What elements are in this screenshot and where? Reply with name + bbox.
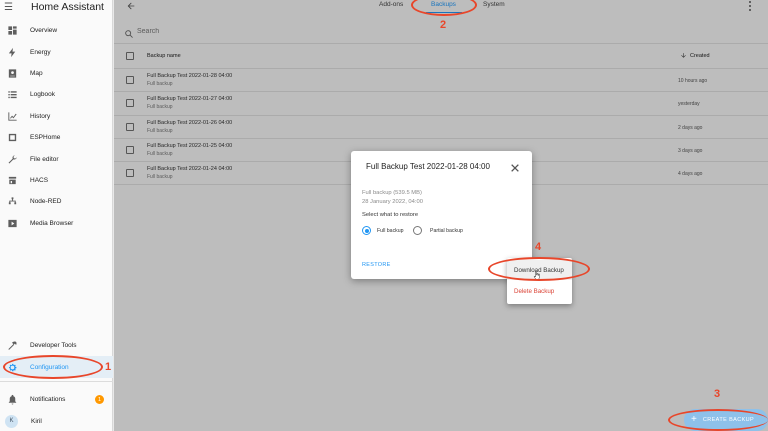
sidebar-item-logbook[interactable]: Logbook bbox=[0, 84, 113, 105]
esphome-icon bbox=[6, 132, 18, 144]
annotation-number-4: 4 bbox=[535, 241, 542, 253]
sidebar-item-file-editor[interactable]: File editor bbox=[0, 148, 113, 169]
sidebar-item-label: History bbox=[30, 112, 51, 120]
sidebar-item-label: Developer Tools bbox=[30, 342, 77, 350]
sidebar-item-label: ESPHome bbox=[30, 134, 61, 142]
sidebar-footer: Notifications 1 K Kiril bbox=[0, 389, 113, 431]
sidebar-item-notifications[interactable]: Notifications 1 bbox=[0, 389, 113, 410]
history-icon bbox=[6, 110, 18, 122]
radio-full-backup-label: Full backup bbox=[377, 228, 404, 234]
annotation-number-1: 1 bbox=[105, 361, 112, 373]
sidebar-nav: Overview Energy Map Logbook History ESPH… bbox=[0, 20, 113, 234]
node-red-icon bbox=[6, 196, 18, 208]
sidebar-divider bbox=[0, 381, 113, 382]
app-title: Home Assistant bbox=[31, 1, 104, 13]
annotation-number-2: 2 bbox=[440, 19, 447, 31]
sidebar-item-media-browser[interactable]: Media Browser bbox=[0, 213, 113, 234]
sidebar-item-node-red[interactable]: Node-RED bbox=[0, 191, 113, 212]
sidebar-item-label: Media Browser bbox=[30, 219, 74, 227]
radio-full-backup[interactable] bbox=[362, 226, 371, 235]
sidebar-item-label: Map bbox=[30, 69, 43, 77]
map-icon bbox=[6, 67, 18, 79]
logbook-icon bbox=[6, 89, 18, 101]
annotation-ellipse-configuration bbox=[3, 355, 103, 379]
sidebar-item-history[interactable]: History bbox=[0, 106, 113, 127]
sidebar-header: ☰ Home Assistant bbox=[4, 0, 104, 14]
radio-partial-backup-label: Partial backup bbox=[430, 228, 463, 234]
annotation-ellipse-download-backup bbox=[488, 257, 590, 281]
sidebar-item-label: Kiril bbox=[31, 417, 42, 425]
avatar: K bbox=[5, 414, 18, 428]
sidebar-item-esphome[interactable]: ESPHome bbox=[0, 127, 113, 148]
hacs-icon bbox=[6, 174, 18, 186]
annotation-ellipse-create-backup bbox=[668, 409, 768, 431]
restore-button[interactable]: RESTORE bbox=[362, 262, 391, 268]
overview-icon bbox=[6, 25, 18, 37]
sidebar-item-label: File editor bbox=[30, 155, 59, 163]
sidebar-item-developer-tools[interactable]: Developer Tools bbox=[0, 335, 113, 356]
sidebar-item-map[interactable]: Map bbox=[0, 63, 113, 84]
backup-size: Full backup (539.5 MB) bbox=[362, 190, 422, 196]
close-icon[interactable] bbox=[510, 160, 520, 172]
sidebar-item-hacs[interactable]: HACS bbox=[0, 170, 113, 191]
sidebar-item-energy[interactable]: Energy bbox=[0, 41, 113, 62]
radio-partial-backup[interactable] bbox=[413, 226, 422, 235]
hammer-icon bbox=[6, 340, 18, 352]
restore-selection-label: Select what to restore bbox=[362, 212, 419, 218]
sidebar-item-profile[interactable]: K Kiril bbox=[0, 410, 113, 431]
sidebar-item-label: Notifications bbox=[30, 396, 66, 404]
sidebar-item-overview[interactable]: Overview bbox=[0, 20, 113, 41]
energy-icon bbox=[6, 46, 18, 58]
bell-icon bbox=[6, 394, 18, 406]
sidebar-item-label: HACS bbox=[30, 176, 49, 184]
menu-icon[interactable]: ☰ bbox=[4, 2, 18, 13]
dialog-title: Full Backup Test 2022-01-28 04:00 bbox=[366, 162, 490, 171]
annotation-number-3: 3 bbox=[714, 388, 721, 400]
sidebar-item-label: Overview bbox=[30, 27, 58, 35]
backup-date: 28 January 2022, 04:00 bbox=[362, 199, 423, 205]
media-browser-icon bbox=[6, 217, 18, 229]
notification-badge: 1 bbox=[95, 395, 104, 404]
sidebar-item-label: Energy bbox=[30, 48, 51, 56]
sidebar-item-label: Node-RED bbox=[30, 198, 62, 206]
wrench-icon bbox=[6, 153, 18, 165]
menu-item-delete-backup[interactable]: Delete Backup bbox=[507, 281, 572, 301]
sidebar-item-label: Logbook bbox=[30, 91, 55, 99]
